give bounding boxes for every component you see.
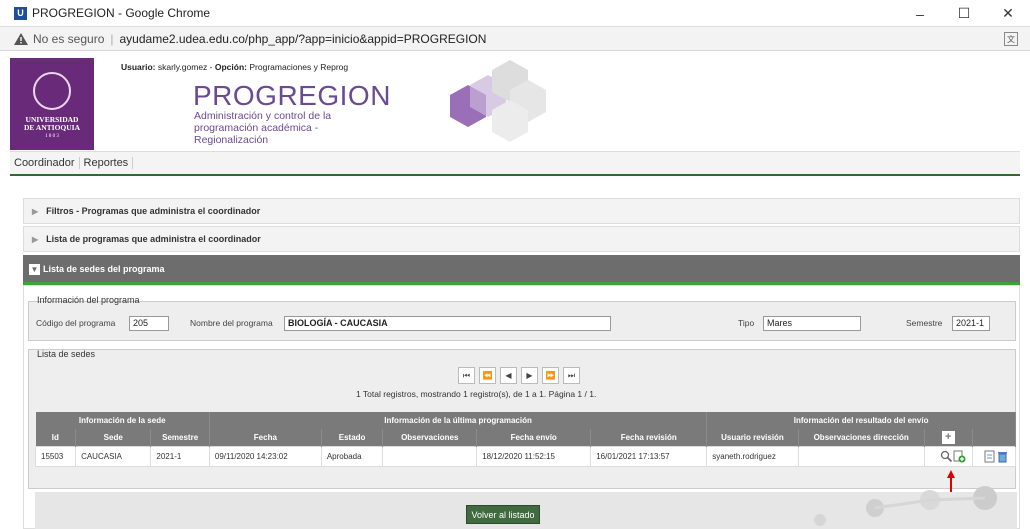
cell-row-actions [923,445,973,467]
seal-icon [33,72,71,110]
col-obs-direccion[interactable]: Observaciones dirección [798,429,925,446]
window-controls: – ☐ ✕ [898,0,1030,27]
panel-filtros-title: Filtros - Programas que administra el co… [46,206,261,216]
url-text[interactable]: ayudame2.udea.edu.co/php_app/?app=inicio… [120,32,487,46]
address-bar[interactable]: No es seguro | ayudame2.udea.edu.co/php_… [0,27,1030,51]
group-header-row: Información de la sede Información de la… [35,412,1016,429]
document-icon[interactable] [983,450,996,463]
maximize-button[interactable]: ☐ [942,0,986,27]
pager: ⏮ ⏪ ◀ ▶ ⏩ ⏭ [458,367,580,384]
molecule-decoration-icon [814,486,997,526]
option-label: Opción: [214,62,247,72]
codigo-field[interactable]: 205 [129,316,169,331]
table-row[interactable]: 15503 CAUCASIA 2021-1 09/11/2020 14:23:0… [34,445,1017,467]
trash-icon[interactable] [996,450,1009,463]
panel-lista-programas[interactable]: ▶ Lista de programas que administra el c… [23,226,1020,252]
logo-text-2: DE ANTIOQUIA [23,123,81,132]
user-label: Usuario: [121,62,156,72]
option-value: Programaciones y Reprog [249,62,349,72]
user-value: skarly.gomez [157,62,208,72]
col-actions [972,429,1017,446]
chevron-right-icon: ▶ [32,206,39,216]
user-info: Usuario: skarly.gomez - Opción: Programa… [121,62,349,72]
cell-usuario-revision: syaneth.rodriguez [706,445,799,467]
main-menu: Coordinador Reportes [10,151,1020,176]
cell-fecha-revision: 16/01/2021 17:13:57 [590,445,708,467]
col-sede[interactable]: Sede [75,429,152,446]
col-semestre[interactable]: Semestre [150,429,210,446]
add-document-icon[interactable] [953,450,966,463]
window-title: PROGREGION - Google Chrome [32,6,211,20]
cell-semestre: 2021-1 [150,445,210,467]
app-description: Administración y control de la programac… [194,110,332,146]
menu-item-reportes[interactable]: Reportes [80,157,134,169]
sedes-legend: Lista de sedes [37,349,96,359]
programa-legend: Información del programa [37,295,140,305]
cell-fecha-envio: 18/12/2020 11:52:15 [476,445,592,467]
cell-row-tools [971,445,1017,467]
tipo-field[interactable]: Mares [763,316,861,331]
volver-button[interactable]: Volver al listado [466,505,540,524]
cell-id: 15503 [34,445,77,467]
panel-filtros[interactable]: ▶ Filtros - Programas que administra el … [23,198,1020,224]
cell-estado: Aprobada [320,445,384,467]
panel-lista-sedes[interactable]: ▼ Lista de sedes del programa [23,255,1020,285]
col-id[interactable]: Id [35,429,77,446]
column-header-row: Id Sede Semestre Fecha Estado Observacio… [35,429,1017,446]
window-titlebar: U PROGREGION - Google Chrome – ☐ ✕ [0,0,1030,27]
group-header-envio: Información del resultado del envío [706,412,1016,429]
close-button[interactable]: ✕ [986,0,1030,27]
add-icon[interactable]: + [941,430,955,444]
warning-icon[interactable] [14,32,28,45]
semestre-label: Semestre [906,318,943,328]
app-icon: U [14,6,27,20]
menu-item-coordinador[interactable]: Coordinador [10,157,80,169]
panel-lista-programas-title: Lista de programas que administra el coo… [46,234,261,244]
col-fecha-revision[interactable]: Fecha revisión [590,429,708,446]
hexagon-decoration-icon [450,60,546,142]
address-separator: | [110,31,114,46]
col-fecha[interactable]: Fecha [209,429,322,446]
cell-fecha: 09/11/2020 14:23:02 [208,445,322,467]
not-secure-label[interactable]: No es seguro [33,32,104,46]
logo-year: 1 8 0 3 [45,134,59,139]
last-page-button[interactable]: ⏭ [563,367,580,384]
cell-observaciones [382,445,478,467]
nombre-label: Nombre del programa [190,318,273,328]
app-name: PROGREGION [193,80,391,111]
group-header-programacion: Información de la última programación [209,412,708,429]
group-header-sede: Información de la sede [35,412,210,429]
cell-obs-direccion [797,445,925,467]
cell-sede: CAUCASIA [75,445,152,467]
chevron-down-icon: ▼ [29,263,40,275]
col-fecha-envio[interactable]: Fecha envío [476,429,592,446]
pager-info: 1 Total registros, mostrando 1 registro(… [356,389,597,399]
prev-block-button[interactable]: ⏪ [479,367,496,384]
next-block-button[interactable]: ⏩ [542,367,559,384]
university-logo: UNIVERSIDAD DE ANTIOQUIA 1 8 0 3 [10,58,94,150]
nombre-field[interactable]: BIOLOGÍA - CAUCASIA [284,316,611,331]
col-add: + [924,429,973,446]
tipo-label: Tipo [738,318,755,328]
view-icon[interactable] [940,450,953,463]
first-page-button[interactable]: ⏮ [458,367,475,384]
sedes-table: Información de la sede Información de la… [34,412,1017,467]
translate-icon[interactable]: 文 [1004,32,1018,46]
minimize-button[interactable]: – [898,0,942,27]
chevron-right-icon: ▶ [32,234,39,244]
col-usuario-revision[interactable]: Usuario revisión [706,429,799,446]
col-observaciones[interactable]: Observaciones [382,429,478,446]
semestre-field[interactable]: 2021-1 [952,316,990,331]
codigo-label: Código del programa [36,318,116,328]
prev-page-button[interactable]: ◀ [500,367,517,384]
col-estado[interactable]: Estado [321,429,384,446]
panel-lista-sedes-title: Lista de sedes del programa [43,264,165,274]
next-page-button[interactable]: ▶ [521,367,538,384]
